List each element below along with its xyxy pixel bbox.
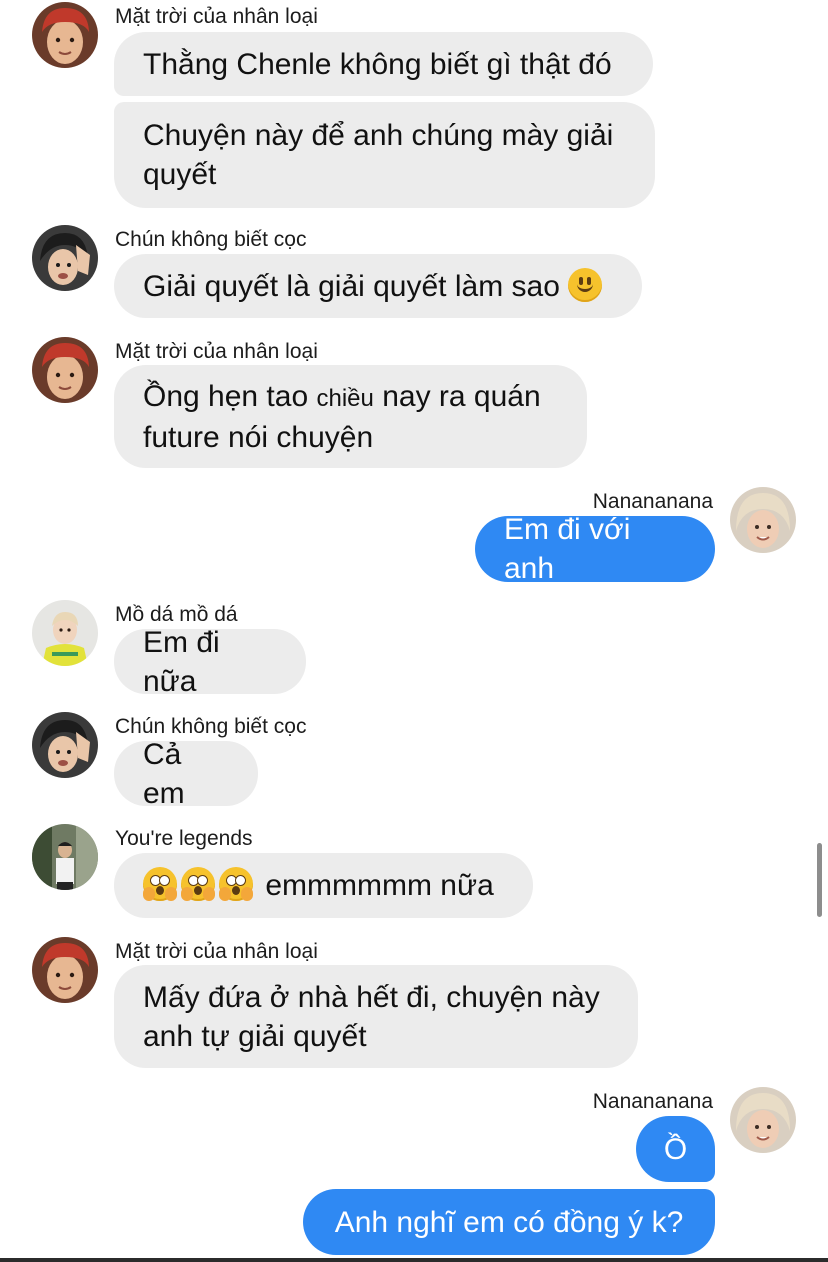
message-bubble[interactable]: Chuyện này để anh chúng mày giải quyết (114, 102, 655, 208)
sender-name: Mặt trời của nhân loại (115, 340, 318, 363)
avatar-outdoor[interactable] (32, 824, 98, 890)
message-bubble[interactable]: Em đi nữa (114, 626, 306, 698)
sender-name: Mặt trời của nhân loại (115, 940, 318, 963)
avatar-red-hair[interactable] (32, 2, 98, 68)
message-text: Ồng hẹn tao chiều nay ra quán future nói… (143, 379, 541, 454)
smiley-emoji-icon (568, 267, 603, 302)
message-bubble[interactable]: Thằng Chenle không biết gì thật đó (114, 32, 653, 96)
avatar-hand-on-head[interactable] (32, 712, 98, 778)
message-text: Chuyện này để anh chúng mày giải quyết (143, 119, 614, 191)
avatar-red-hair[interactable] (32, 937, 98, 1003)
avatar-yellow-shirt[interactable] (32, 600, 98, 666)
shocked-face-emoji-icon (181, 867, 215, 901)
sender-name: You're legends (115, 827, 253, 850)
shocked-face-emoji-icon (219, 867, 253, 901)
message-text: Thằng Chenle không biết gì thật đó (143, 47, 612, 81)
message-bubble[interactable]: Cả em (114, 738, 258, 810)
message-bubble[interactable]: Em đi với anh (475, 513, 715, 585)
message-bubble[interactable]: Anh nghĩ em có đồng ý k? (303, 1189, 715, 1255)
message-text: Em đi với anh (504, 513, 631, 585)
message-text: Mấy đứa ở nhà hết đi, chuyện này anh tự … (143, 980, 600, 1053)
shocked-face-emoji-icon (143, 867, 177, 901)
message-text: Cả em (143, 737, 185, 810)
sender-name: Mặt trời của nhân loại (115, 5, 318, 28)
message-text: Anh nghĩ em có đồng ý k? (334, 1205, 684, 1239)
avatar-blonde[interactable] (730, 1087, 796, 1153)
avatar-hand-on-head[interactable] (32, 225, 98, 291)
scrollbar[interactable] (817, 843, 822, 917)
sender-name: Nanananana (592, 1090, 713, 1113)
sender-name: Chún không biết cọc (115, 228, 307, 251)
avatar-red-hair[interactable] (32, 337, 98, 403)
message-text: emmmmmm nữa (143, 866, 494, 905)
message-bubble[interactable]: Ồ (636, 1116, 715, 1182)
message-text: Em đi nữa (143, 625, 220, 698)
bottom-divider (0, 1258, 828, 1262)
message-bubble[interactable]: Ồng hẹn tao chiều nay ra quán future nói… (114, 365, 587, 468)
message-bubble[interactable]: emmmmmm nữa (114, 853, 533, 918)
avatar-blonde[interactable] (730, 487, 796, 553)
message-text: Giải quyết là giải quyết làm sao (143, 267, 603, 306)
message-bubble[interactable]: Giải quyết là giải quyết làm sao (114, 254, 642, 318)
message-text: Ồ (663, 1132, 688, 1166)
message-bubble[interactable]: Mấy đứa ở nhà hết đi, chuyện này anh tự … (114, 965, 638, 1068)
